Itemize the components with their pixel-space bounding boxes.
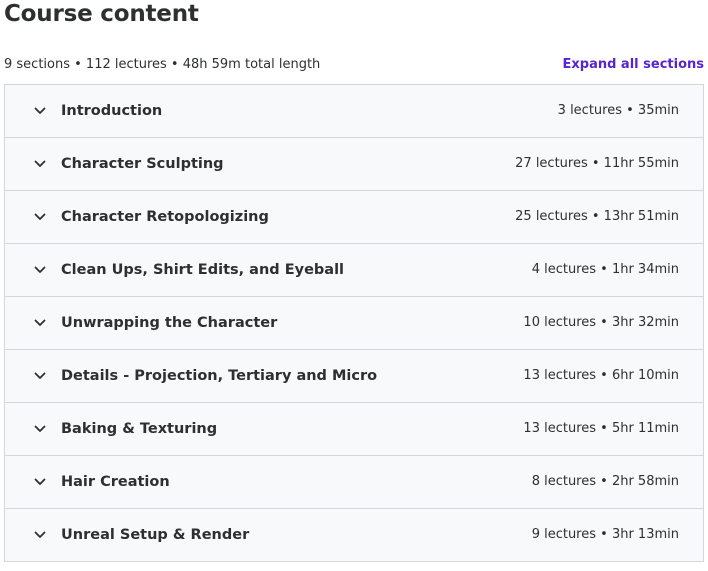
section-list: Introduction 3 lectures • 35min Characte…	[4, 84, 704, 562]
section-meta: 9 lectures • 3hr 13min	[531, 527, 679, 542]
chevron-down-icon	[32, 368, 48, 384]
page-title: Course content	[4, 1, 199, 27]
section-title: Unreal Setup & Render	[61, 527, 250, 543]
chevron-down-icon	[32, 156, 48, 172]
section-row-baking-texturing[interactable]: Baking & Texturing 13 lectures • 5hr 11m…	[5, 403, 703, 456]
section-meta: 25 lectures • 13hr 51min	[515, 209, 679, 224]
section-title: Baking & Texturing	[61, 421, 218, 437]
section-meta: 27 lectures • 11hr 55min	[515, 156, 679, 171]
section-title: Hair Creation	[61, 474, 170, 490]
section-row-details[interactable]: Details - Projection, Tertiary and Micro…	[5, 350, 703, 403]
course-summary-row: 9 sections • 112 lectures • 48h 59m tota…	[4, 55, 704, 75]
chevron-down-icon	[32, 474, 48, 490]
section-row-clean-ups[interactable]: Clean Ups, Shirt Edits, and Eyeball 4 le…	[5, 244, 703, 297]
section-row-character-retopologizing[interactable]: Character Retopologizing 25 lectures • 1…	[5, 191, 703, 244]
chevron-down-icon	[32, 103, 48, 119]
chevron-down-icon	[32, 315, 48, 331]
section-row-unreal-setup[interactable]: Unreal Setup & Render 9 lectures • 3hr 1…	[5, 509, 703, 562]
chevron-down-icon	[32, 209, 48, 225]
expand-all-sections-button[interactable]: Expand all sections	[563, 55, 705, 75]
section-row-unwrapping[interactable]: Unwrapping the Character 10 lectures • 3…	[5, 297, 703, 350]
section-meta: 13 lectures • 6hr 10min	[523, 368, 679, 383]
section-title: Character Retopologizing	[61, 209, 269, 225]
section-title: Introduction	[61, 103, 163, 119]
chevron-down-icon	[32, 262, 48, 278]
section-row-hair-creation[interactable]: Hair Creation 8 lectures • 2hr 58min	[5, 456, 703, 509]
section-meta: 3 lectures • 35min	[557, 103, 679, 118]
chevron-down-icon	[32, 527, 48, 543]
section-title: Clean Ups, Shirt Edits, and Eyeball	[61, 262, 345, 278]
chevron-down-icon	[32, 421, 48, 437]
section-row-character-sculpting[interactable]: Character Sculpting 27 lectures • 11hr 5…	[5, 138, 703, 191]
section-meta: 10 lectures • 3hr 32min	[523, 315, 679, 330]
section-title: Character Sculpting	[61, 156, 224, 172]
section-title: Details - Projection, Tertiary and Micro	[61, 368, 378, 384]
section-meta: 13 lectures • 5hr 11min	[523, 421, 679, 436]
section-title: Unwrapping the Character	[61, 315, 278, 331]
section-meta: 4 lectures • 1hr 34min	[531, 262, 679, 277]
section-row-introduction[interactable]: Introduction 3 lectures • 35min	[5, 85, 703, 138]
course-summary: 9 sections • 112 lectures • 48h 59m tota…	[4, 57, 321, 72]
section-meta: 8 lectures • 2hr 58min	[531, 474, 679, 489]
